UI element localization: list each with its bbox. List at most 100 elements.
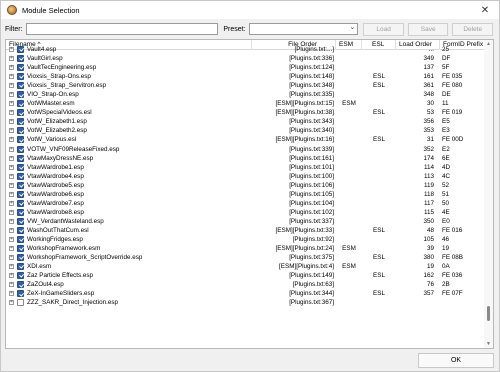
module-checkbox[interactable]: [17, 55, 24, 63]
table-row[interactable]: + VaultGirl.esp [Plugins.txt:336] 349 DF: [6, 54, 485, 63]
table-row[interactable]: + VotWMaster.esm [ESM][Plugins.txt:15] ESM 3…: [6, 99, 485, 108]
preset-dropdown[interactable]: ⌄: [248, 23, 359, 35]
scrollbar-thumb[interactable]: [487, 305, 490, 321]
module-checkbox[interactable]: [17, 181, 24, 189]
expand-icon[interactable]: +: [9, 65, 14, 71]
module-checkbox[interactable]: [17, 263, 24, 271]
table-row[interactable]: + WashOutThatCum.esl [ESM][Plugins.txt:33]…: [6, 226, 485, 235]
table-row[interactable]: + VIO_Strap-On.esp [Plugins.txt:335] 348 DE: [6, 90, 485, 99]
filter-input[interactable]: [25, 23, 219, 35]
table-row[interactable]: + Vioxsis_Strap-Ons.esp [Plugins.txt:148] E…: [6, 72, 485, 81]
module-checkbox[interactable]: [17, 73, 24, 81]
table-row[interactable]: + VOTW_VNF09ReleaseFixed.esp [Plugins.txt:…: [6, 145, 485, 154]
module-checkbox[interactable]: [17, 136, 24, 144]
close-icon[interactable]: ✕: [475, 3, 495, 17]
module-checkbox[interactable]: [17, 217, 24, 225]
module-checkbox[interactable]: [17, 163, 24, 171]
expand-icon[interactable]: +: [9, 255, 14, 261]
expand-icon[interactable]: +: [9, 83, 14, 89]
expand-icon[interactable]: +: [9, 246, 14, 252]
expand-icon[interactable]: +: [9, 110, 14, 116]
expand-icon[interactable]: +: [9, 273, 14, 279]
expand-icon[interactable]: +: [9, 146, 14, 152]
expand-icon[interactable]: +: [9, 182, 14, 188]
expand-icon[interactable]: +: [9, 200, 14, 206]
module-checkbox[interactable]: [17, 281, 24, 289]
table-row[interactable]: + XDI.esm [ESM][Plugins.txt:4] ESM 19 0A: [6, 262, 485, 271]
table-row[interactable]: + Vioxsis_Strap_Servitron.esp [Plugins.txt…: [6, 81, 485, 90]
save-button[interactable]: Save: [407, 22, 449, 36]
expand-icon[interactable]: +: [9, 173, 14, 179]
module-checkbox[interactable]: [17, 100, 24, 108]
expand-icon[interactable]: +: [9, 56, 14, 62]
table-row[interactable]: + VotWSpecialVideos.esl [ESM][Plugins.txt:…: [6, 108, 485, 117]
module-checkbox[interactable]: [17, 235, 24, 243]
module-checkbox[interactable]: [17, 118, 24, 126]
table-row[interactable]: + VtawWardrobe1.esp [Plugins.txt:101] 114 4D: [6, 163, 485, 172]
table-row[interactable]: + VtawWardrobe6.esp [Plugins.txt:105] 118 51: [6, 190, 485, 199]
expand-icon[interactable]: +: [9, 264, 14, 270]
delete-button[interactable]: Delete: [452, 22, 493, 36]
load-button[interactable]: Load: [363, 22, 404, 36]
table-row[interactable]: + VotW_Elizabeth1.esp [Plugins.txt:343] 356…: [6, 117, 485, 126]
module-checkbox[interactable]: [17, 199, 24, 207]
module-checkbox[interactable]: [17, 82, 24, 90]
expand-icon[interactable]: +: [9, 236, 14, 242]
expand-icon[interactable]: +: [9, 137, 14, 143]
expand-icon[interactable]: +: [9, 101, 14, 107]
module-checkbox[interactable]: [17, 290, 24, 298]
table-row[interactable]: + VtawWardrobe7.esp [Plugins.txt:104] 117 50: [6, 199, 485, 208]
expand-icon[interactable]: +: [9, 164, 14, 170]
expand-icon[interactable]: +: [9, 128, 14, 134]
module-checkbox[interactable]: [17, 91, 24, 99]
expand-icon[interactable]: +: [9, 119, 14, 125]
module-checkbox[interactable]: [17, 272, 24, 280]
table-row[interactable]: + WorkshopFramework.esm [ESM][Plugins.txt:…: [6, 244, 485, 253]
expand-icon[interactable]: +: [9, 282, 14, 288]
scroll-down-icon[interactable]: ▼: [484, 340, 493, 348]
expand-icon[interactable]: +: [9, 74, 14, 80]
module-checkbox[interactable]: [17, 172, 24, 180]
expand-icon[interactable]: +: [9, 191, 14, 197]
table-row[interactable]: + ZZZ_SAKR_Direct_Injection.esp [Plugins.t…: [6, 298, 485, 307]
cell-esl: [362, 298, 396, 307]
ok-button[interactable]: OK: [418, 353, 494, 368]
expand-icon[interactable]: +: [9, 291, 14, 297]
expand-icon[interactable]: +: [9, 218, 14, 224]
module-checkbox[interactable]: [17, 109, 24, 117]
module-checkbox[interactable]: [17, 208, 24, 216]
scroll-up-icon[interactable]: ▲: [484, 40, 493, 48]
expand-icon[interactable]: +: [9, 47, 14, 52]
table-row[interactable]: + VW_VerdantWasteland.esp [Plugins.txt:337…: [6, 217, 485, 226]
module-checkbox[interactable]: [17, 46, 24, 53]
table-row[interactable]: + Zaz Particle Effects.esp [Plugins.txt:14…: [6, 271, 485, 280]
module-checkbox[interactable]: [17, 254, 24, 262]
expand-icon[interactable]: +: [9, 92, 14, 98]
module-checkbox[interactable]: [17, 145, 24, 153]
expand-icon[interactable]: +: [9, 300, 14, 306]
expand-icon[interactable]: +: [9, 209, 14, 215]
table-row[interactable]: + VotW_Various.esl [ESM][Plugins.txt:16] ES…: [6, 135, 485, 144]
table-row[interactable]: + WorkingFridges.esp [Plugins.txt:92] 105 46: [6, 235, 485, 244]
table-row[interactable]: + ZeX-InGameSliders.esp [Plugins.txt:344] E…: [6, 289, 485, 298]
module-checkbox[interactable]: [17, 190, 24, 198]
module-checkbox[interactable]: [17, 245, 24, 253]
table-row[interactable]: + VtawWardrobe5.esp [Plugins.txt:106] 119 52: [6, 181, 485, 190]
cell-file-order: [Plugins.txt:106]: [289, 181, 334, 189]
table-row[interactable]: + Vault4.esp [Plugins.txt:...]... 25: [6, 45, 485, 54]
table-row[interactable]: + VtawWardrobe8.esp [Plugins.txt:102] 115 4E: [6, 208, 485, 217]
table-row[interactable]: + VaultTecEngineering.esp [Plugins.txt:124…: [6, 63, 485, 72]
expand-icon[interactable]: +: [9, 155, 14, 161]
table-row[interactable]: + VtawWardrobe4.esp [Plugins.txt:100] 113 4C: [6, 172, 485, 181]
table-row[interactable]: + VtawMaxyDressNE.esp [Plugins.txt:161] 174…: [6, 154, 485, 163]
module-checkbox[interactable]: [17, 154, 24, 162]
table-row[interactable]: + WorkshopFramework_ScriptOverride.esp [Pl…: [6, 253, 485, 262]
module-checkbox[interactable]: [17, 127, 24, 135]
module-checkbox[interactable]: [17, 299, 24, 307]
expand-icon[interactable]: +: [9, 227, 14, 233]
module-checkbox[interactable]: [17, 64, 24, 72]
module-checkbox[interactable]: [17, 226, 24, 234]
table-row[interactable]: + VotW_Elizabeth2.esp [Plugins.txt:340] 353…: [6, 126, 485, 135]
vertical-scrollbar[interactable]: ▲ ▼: [484, 40, 493, 348]
table-row[interactable]: + ZaZOut4.esp [Plugins.txt:63] 76 2B: [6, 280, 485, 289]
